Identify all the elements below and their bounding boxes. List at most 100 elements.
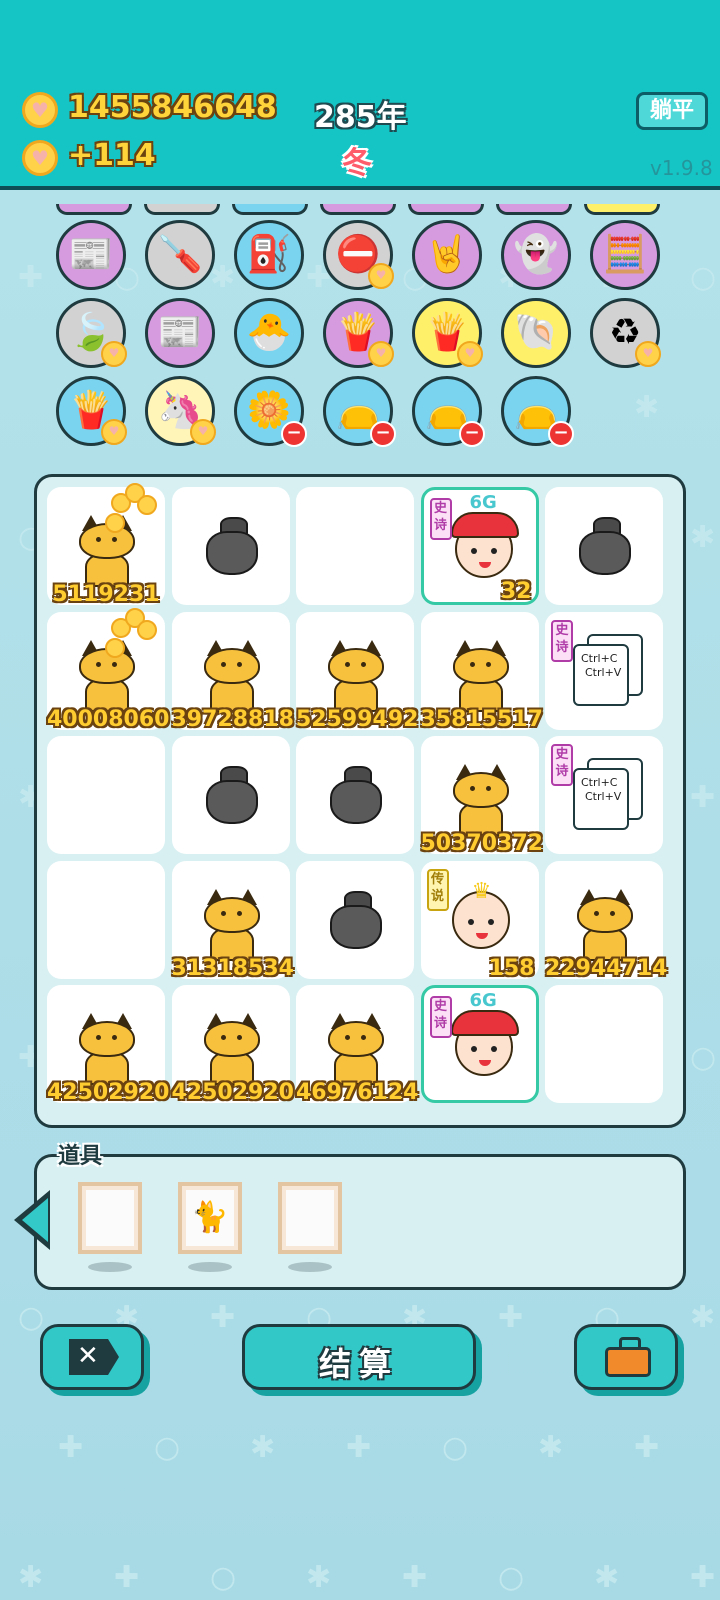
minus-sign-icon[interactable]: ⛔ ♥ bbox=[323, 220, 394, 290]
background-pattern-glyph: ○ bbox=[690, 260, 717, 295]
cat-eye bbox=[361, 661, 366, 667]
board-cell[interactable]: 31318534 bbox=[171, 860, 294, 981]
cell-value: 50370372 bbox=[420, 831, 543, 856]
coin-badge-icon: ♥ bbox=[368, 341, 394, 367]
board-cell[interactable]: 22944714 bbox=[545, 860, 667, 981]
leaf-icon[interactable]: 🍃 ♥ bbox=[56, 298, 127, 368]
cat-eye bbox=[361, 1035, 366, 1040]
coin-income: +114 bbox=[68, 138, 156, 173]
background-pattern-glyph: ✚ bbox=[346, 1430, 372, 1465]
header-divider bbox=[0, 186, 720, 190]
board-cell[interactable] bbox=[545, 487, 663, 605]
coin-icon bbox=[22, 92, 58, 128]
cat-eye bbox=[485, 786, 491, 791]
garbage-bag-icon bbox=[330, 766, 382, 824]
face-mouth bbox=[475, 932, 488, 939]
board-cell[interactable]: 6G 史诗 bbox=[420, 985, 539, 1103]
sandbag-icon[interactable]: 👝 − bbox=[412, 376, 485, 447]
board-cell[interactable] bbox=[47, 736, 165, 854]
lie-flat-button[interactable]: 躺平 bbox=[636, 92, 708, 130]
cell-value: 5119231 bbox=[52, 582, 160, 607]
delete-button[interactable]: ✕ bbox=[40, 1324, 144, 1390]
board-cell[interactable]: 50370372 bbox=[420, 736, 543, 856]
board-cell[interactable] bbox=[171, 736, 290, 854]
fries-icon[interactable]: 🍟 ♥ bbox=[412, 298, 483, 368]
board-cell[interactable]: 39728818 bbox=[171, 611, 294, 732]
background-pattern-glyph: ✱ bbox=[634, 390, 660, 425]
background-pattern-glyph: ✚ bbox=[58, 1430, 84, 1465]
cat-eye bbox=[236, 661, 242, 667]
face-eye bbox=[490, 1046, 497, 1052]
flower-pot-icon[interactable]: 🌼 − bbox=[234, 376, 307, 447]
board-cell[interactable]: ♛ 传说 158 bbox=[420, 860, 539, 981]
board-cell[interactable]: Ctrl+C Ctrl+V 史诗 bbox=[545, 736, 663, 854]
board-cell[interactable] bbox=[296, 860, 414, 979]
copy-shortcut: Ctrl+C bbox=[581, 651, 618, 665]
top-bar: 1455846648 +114 285年 冬 躺平 v1.9.8 bbox=[0, 0, 720, 186]
shell-icon[interactable]: 🐚 bbox=[501, 298, 571, 368]
math-sheet-icon[interactable]: 🧮 bbox=[590, 220, 660, 290]
background-pattern-glyph: ✱ bbox=[18, 1560, 44, 1595]
board-cell[interactable]: Ctrl+C Ctrl+V 史诗 bbox=[545, 611, 663, 730]
fries-icon[interactable]: 🍟 ♥ bbox=[56, 376, 127, 446]
hidden-item-edge bbox=[144, 204, 220, 215]
background-pattern-glyph: ✱ bbox=[538, 1430, 564, 1465]
face-eye bbox=[470, 1046, 477, 1052]
cell-value: 42502920 bbox=[171, 1080, 294, 1105]
floating-coin-icon bbox=[137, 495, 157, 515]
board-cell[interactable]: 42502920 bbox=[47, 985, 169, 1105]
rock-hand-icon[interactable]: 🤘 bbox=[412, 220, 482, 290]
rarity-tag: 史诗 bbox=[429, 498, 452, 540]
time-magazine-icon[interactable]: 📰 bbox=[56, 220, 126, 290]
board-cell[interactable]: 52599492 bbox=[296, 611, 418, 732]
red-cap-face-icon bbox=[450, 512, 519, 578]
prop-frame-empty[interactable] bbox=[278, 1182, 342, 1254]
background-pattern-glyph: ○ bbox=[154, 1430, 181, 1465]
hidden-item-edge bbox=[496, 204, 572, 215]
cat-eye bbox=[220, 1035, 226, 1040]
pump-icon[interactable]: ⛽ bbox=[234, 220, 304, 290]
slot-board: 5119231 6G 史诗 32 40008060 39728818 52599492 358… bbox=[34, 474, 686, 1128]
time-magazine-icon[interactable]: 📰 bbox=[145, 298, 215, 368]
hidden-item-edge bbox=[408, 204, 484, 215]
ghost-icon[interactable]: 👻 bbox=[501, 220, 571, 290]
fries-icon[interactable]: 🍟 ♥ bbox=[323, 298, 394, 368]
board-cell[interactable] bbox=[47, 860, 165, 979]
prop-frame-cat[interactable]: 🐈 bbox=[178, 1182, 242, 1254]
prop-frame-empty[interactable] bbox=[78, 1182, 142, 1254]
background-pattern-glyph: ✚ bbox=[402, 1560, 428, 1595]
board-cell[interactable] bbox=[296, 487, 414, 605]
chick-egg-icon[interactable]: 🐣 bbox=[234, 298, 304, 368]
board-cell[interactable]: 5119231 bbox=[47, 483, 165, 607]
background-pattern-glyph: ○ bbox=[442, 1430, 469, 1465]
background-pattern-glyph: ✱ bbox=[210, 260, 236, 295]
settle-button[interactable]: 结算 bbox=[242, 1324, 476, 1390]
face-mouth bbox=[478, 562, 491, 568]
board-cell[interactable]: 40008060 bbox=[47, 607, 169, 732]
board-cell[interactable]: 46976124 bbox=[296, 985, 418, 1105]
background-pattern-glyph: ✚ bbox=[634, 1430, 660, 1465]
board-cell[interactable] bbox=[296, 736, 414, 854]
board-cell[interactable] bbox=[171, 487, 290, 605]
screwdriver-icon[interactable]: 🪛 bbox=[145, 220, 215, 290]
board-cell[interactable]: 35815517 bbox=[420, 611, 543, 732]
red-cap bbox=[450, 1010, 519, 1036]
sandbag-icon[interactable]: 👝 − bbox=[501, 376, 574, 447]
hidden-item-edge bbox=[584, 204, 660, 215]
coin-badge-icon: ♥ bbox=[101, 341, 127, 367]
minus-badge-icon: − bbox=[459, 421, 485, 447]
sandbag-icon[interactable]: 👝 − bbox=[323, 376, 396, 447]
frame-shadow bbox=[188, 1262, 232, 1272]
briefcase-button[interactable] bbox=[574, 1324, 678, 1390]
cat-eye bbox=[345, 661, 350, 667]
frame-shadow bbox=[288, 1262, 332, 1272]
background-pattern-glyph: ✚ bbox=[18, 260, 44, 295]
recycle-icon[interactable]: ♻ ♥ bbox=[590, 298, 661, 368]
background-pattern-glyph: ✚ bbox=[210, 1300, 236, 1335]
board-cell[interactable] bbox=[545, 985, 663, 1103]
board-cell[interactable]: 42502920 bbox=[171, 985, 294, 1105]
hidden-item-edge bbox=[232, 204, 308, 215]
board-cell[interactable]: 6G 史诗 32 bbox=[420, 487, 539, 605]
unicorn-icon[interactable]: 🦄 ♥ bbox=[145, 376, 216, 446]
close-icon: ✕ bbox=[77, 1341, 99, 1371]
